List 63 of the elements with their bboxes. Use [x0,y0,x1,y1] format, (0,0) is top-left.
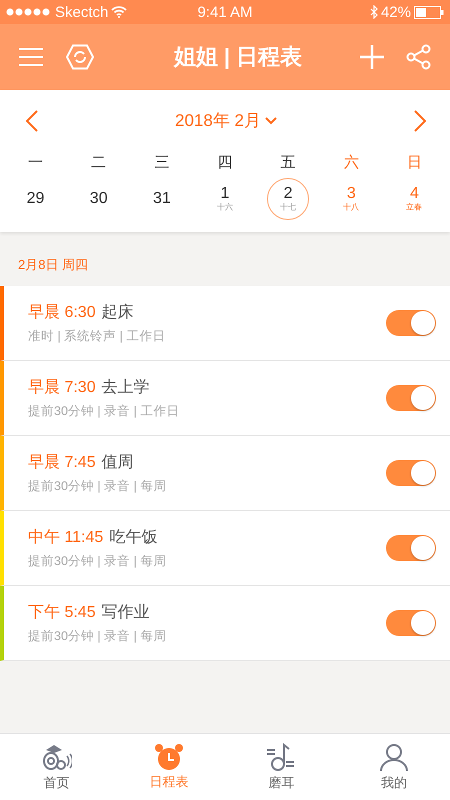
schedule-details: 提前30分钟 | 录音 | 每周 [28,552,168,570]
schedule-title: 吃午饭 [109,528,158,548]
weekday-label: 四 [216,153,234,172]
clock-time: 9:41 AM [197,4,253,20]
toggle-switch[interactable] [386,310,436,336]
share-icon [406,44,432,70]
tab-item[interactable]: 我的 [338,734,450,800]
calendar-day[interactable]: 29 [14,178,57,220]
tab-item[interactable]: 首页 [0,734,112,800]
schedule-details: 提前30分钟 | 录音 | 工作日 [28,402,180,420]
chevron-left-icon [26,110,38,132]
signal-icon [6,8,52,16]
toggle-switch[interactable] [386,460,436,486]
home-icon [40,742,72,772]
schedule-details: 提前30分钟 | 录音 | 每周 [28,478,168,494]
menu-icon [18,47,44,67]
calendar-day[interactable]: 4 立春 [393,178,436,220]
calendar-day[interactable]: 1 十六 [204,178,246,220]
weekday-label: 二 [90,153,108,172]
user-icon [378,742,409,772]
tab-item[interactable]: 磨耳 [225,734,338,800]
page-title: 姐姐 | 日程表 [172,43,304,71]
battery-percent: 42% [380,4,411,20]
previous-month-button[interactable] [26,110,38,132]
schedule-details: 提前30分钟 | 录音 | 每周 [28,628,168,644]
plus-icon [360,45,384,69]
menu-button[interactable] [18,47,44,67]
schedule-title: 写作业 [102,602,150,622]
schedule-title: 值周 [102,452,134,472]
next-month-button[interactable] [414,110,426,132]
schedule-time: 早晨 7:30 [28,378,96,398]
calendar-day[interactable]: 31 [140,178,183,220]
weekday-label: 一 [27,153,44,172]
chevron-right-icon [414,110,426,132]
calendar-day[interactable]: 2 十七 [267,178,310,220]
music-note-icon [266,742,296,772]
alarm-clock-icon [154,743,184,771]
weekday-label: 五 [280,153,297,172]
schedule-time: 早晨 7:45 [28,452,96,472]
toggle-switch[interactable] [386,610,436,636]
share-button[interactable] [406,44,432,70]
calendar-day[interactable]: 30 [78,178,120,220]
sync-icon [66,44,94,70]
battery-icon [414,6,444,18]
weekday-label: 三 [153,153,170,172]
schedule-time: 中午 11:45 [28,528,104,548]
weekday-label: 日 [406,153,423,172]
add-button[interactable] [360,45,384,69]
weekday-label: 六 [342,153,360,172]
toggle-switch[interactable] [386,535,436,561]
schedule-time: 下午 5:45 [28,602,96,622]
schedule-title: 起床 [102,302,134,322]
caret-icon [265,116,277,124]
schedule-time: 早晨 6:30 [28,302,96,322]
carrier-name: Skectch [55,4,108,20]
calendar-day[interactable]: 3 十八 [330,178,372,220]
bluetooth-icon [370,5,378,19]
section-date: 2月8日 周四 [17,256,90,274]
wifi-icon [111,6,128,18]
toggle-switch[interactable] [386,385,436,411]
sync-button[interactable] [66,44,94,70]
schedule-title: 去上学 [102,378,150,398]
schedule-details: 准时 | 系统铃声 | 工作日 [28,328,166,344]
